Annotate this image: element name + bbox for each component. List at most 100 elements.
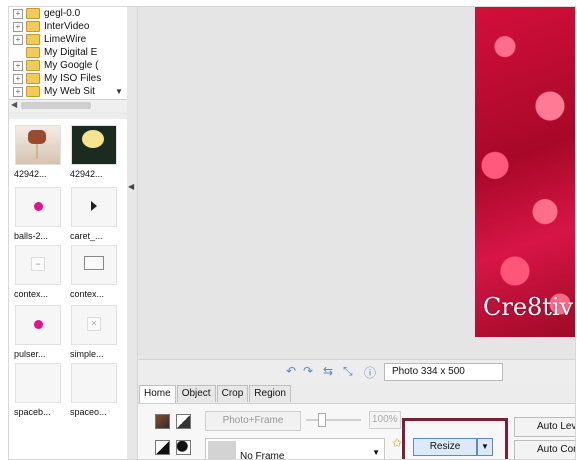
caret-icon [91, 201, 97, 211]
color-tool-icon[interactable] [155, 414, 170, 429]
chevron-down-icon: ▼ [372, 448, 380, 457]
thumbnail-label: balls-2... [14, 231, 49, 241]
tab-object[interactable]: Object [176, 385, 216, 402]
thumbnail-item[interactable]: − contex... [11, 245, 67, 299]
expand-icon[interactable]: + [13, 34, 23, 45]
photo-frame-button[interactable]: Photo+Frame [205, 411, 301, 431]
folder-icon [26, 73, 40, 84]
flower-photo-thumbnail [71, 125, 117, 165]
red-flower-photo[interactable]: Cre8tiv [475, 7, 575, 337]
thumbnail-item[interactable]: 42942... [67, 125, 123, 179]
scroll-down-icon[interactable]: ▼ [115, 87, 123, 96]
image-toolstrip: ↶ ↷ ⇆ ⤡ ⓘ Photo 334 x 500 [138, 359, 575, 384]
thumbnail-item[interactable]: spaceo... [67, 363, 123, 417]
thumbnail-label: spaceo... [70, 407, 107, 417]
thumbnail-label: pulser... [14, 349, 46, 359]
thumbnail-box [15, 187, 61, 227]
x-icon: ✕ [87, 317, 101, 331]
folder-icon [26, 47, 40, 58]
thumbnail-label: contex... [70, 289, 105, 299]
tab-region[interactable]: Region [249, 385, 291, 402]
flip-icon[interactable]: ⇆ [323, 364, 333, 378]
tree-item-my-google[interactable]: + My Google ( [13, 59, 98, 72]
photo-watermark: Cre8tiv [483, 293, 574, 321]
thumbnail-label: 42942... [14, 169, 47, 179]
pink-dot-icon [34, 202, 43, 211]
frame-swatch [208, 441, 236, 459]
monitor-icon [84, 256, 104, 270]
tree-item-label: LimeWire [44, 34, 87, 45]
app-window: + gegl-0.0 + InterVideo + LimeWire My Di… [8, 6, 576, 460]
auto-levels-button[interactable]: Auto Lev [514, 417, 575, 437]
folder-icon [26, 34, 40, 45]
tab-home[interactable]: Home [139, 385, 176, 403]
tree-item-label: My Web Sit [44, 86, 95, 97]
expand-icon[interactable]: + [13, 73, 23, 84]
thumbnail-item[interactable]: caret_... [67, 187, 123, 241]
star-icon[interactable]: ✩ [392, 436, 402, 450]
thumbnail-box [71, 363, 117, 403]
folder-tree: + gegl-0.0 + InterVideo + LimeWire My Di… [9, 7, 128, 99]
tree-item-intervideo[interactable]: + InterVideo [13, 20, 89, 33]
resize-dropdown-icon[interactable]: ▼ [477, 438, 493, 456]
thumbnail-box [71, 245, 117, 285]
thumbnail-box: − [15, 245, 61, 285]
tree-item-gegl[interactable]: + gegl-0.0 [13, 7, 80, 20]
ribbon-tabs: Home Object Crop Region [139, 385, 292, 403]
tree-horizontal-scrollbar[interactable]: ◀ [9, 99, 128, 112]
thumbnail-item[interactable]: contex... [67, 245, 123, 299]
expand-icon[interactable]: + [13, 8, 23, 19]
tree-item-my-iso[interactable]: + My ISO Files [13, 72, 101, 85]
zoom-field[interactable]: 100% [369, 411, 401, 429]
zoom-slider-track[interactable] [306, 419, 361, 421]
folder-icon [26, 21, 40, 32]
thumbnail-item[interactable]: balls-2... [11, 187, 67, 241]
tree-item-limewire[interactable]: + LimeWire [13, 33, 86, 46]
contrast-icon[interactable] [176, 414, 191, 429]
thumbnail-label: simple... [70, 349, 104, 359]
ribbon-panel: Photo+Frame 100% No Frame ▼ ✩ Resize ▼ A… [138, 403, 575, 459]
expand-icon[interactable]: + [13, 60, 23, 71]
tree-item-label: My ISO Files [44, 73, 102, 84]
thumbnail-item[interactable]: 42942... [11, 125, 67, 179]
shadow-icon[interactable] [176, 440, 191, 455]
thumbnail-item[interactable]: pulser... [11, 305, 67, 359]
minus-icon: − [31, 257, 45, 271]
photo-size-readout: Photo 334 x 500 [384, 363, 503, 381]
auto-contrast-button[interactable]: Auto Contr [514, 440, 575, 459]
tab-crop[interactable]: Crop [216, 385, 249, 402]
folder-icon [26, 8, 40, 19]
scrollbar-thumb[interactable] [21, 102, 91, 109]
pink-dot-icon [34, 320, 43, 329]
folder-icon [26, 60, 40, 71]
image-canvas[interactable]: Cre8tiv [138, 7, 575, 359]
tree-item-label: gegl-0.0 [44, 8, 81, 19]
thumbnail-box [71, 187, 117, 227]
expand-icon[interactable]: + [13, 86, 23, 97]
thumbnail-item[interactable]: spaceb... [11, 363, 67, 417]
thumbnail-item[interactable]: ✕ simple... [67, 305, 123, 359]
tree-item-label: InterVideo [44, 21, 90, 32]
bottle-photo-thumbnail [15, 125, 61, 165]
thumbnail-label: contex... [14, 289, 49, 299]
tree-item-my-digital[interactable]: My Digital E [13, 46, 97, 59]
scroll-left-icon[interactable]: ◀ [11, 100, 17, 109]
black-white-icon[interactable] [155, 440, 170, 455]
info-icon[interactable]: ⓘ [364, 364, 376, 381]
resize-icon[interactable]: ⤡ [343, 364, 353, 379]
panel-splitter[interactable]: ◀ [127, 7, 138, 459]
rotate-right-icon[interactable]: ↷ [303, 364, 313, 378]
thumbnail-box: ✕ [71, 305, 117, 345]
collapse-left-icon[interactable]: ◀ [128, 182, 134, 191]
folder-icon [26, 86, 40, 97]
thumbnail-label: caret_... [70, 231, 103, 241]
thumbnail-panel: 42942... 42942... balls-2... caret_... −… [9, 119, 128, 459]
resize-button[interactable]: Resize [413, 438, 477, 456]
expand-icon [13, 47, 23, 58]
thumbnail-box [15, 305, 61, 345]
tree-item-my-web[interactable]: + My Web Sit [13, 85, 95, 98]
frame-select[interactable]: No Frame ▼ [205, 438, 385, 459]
expand-icon[interactable]: + [13, 21, 23, 32]
rotate-left-icon[interactable]: ↶ [286, 364, 296, 378]
zoom-slider-thumb[interactable] [318, 413, 326, 427]
